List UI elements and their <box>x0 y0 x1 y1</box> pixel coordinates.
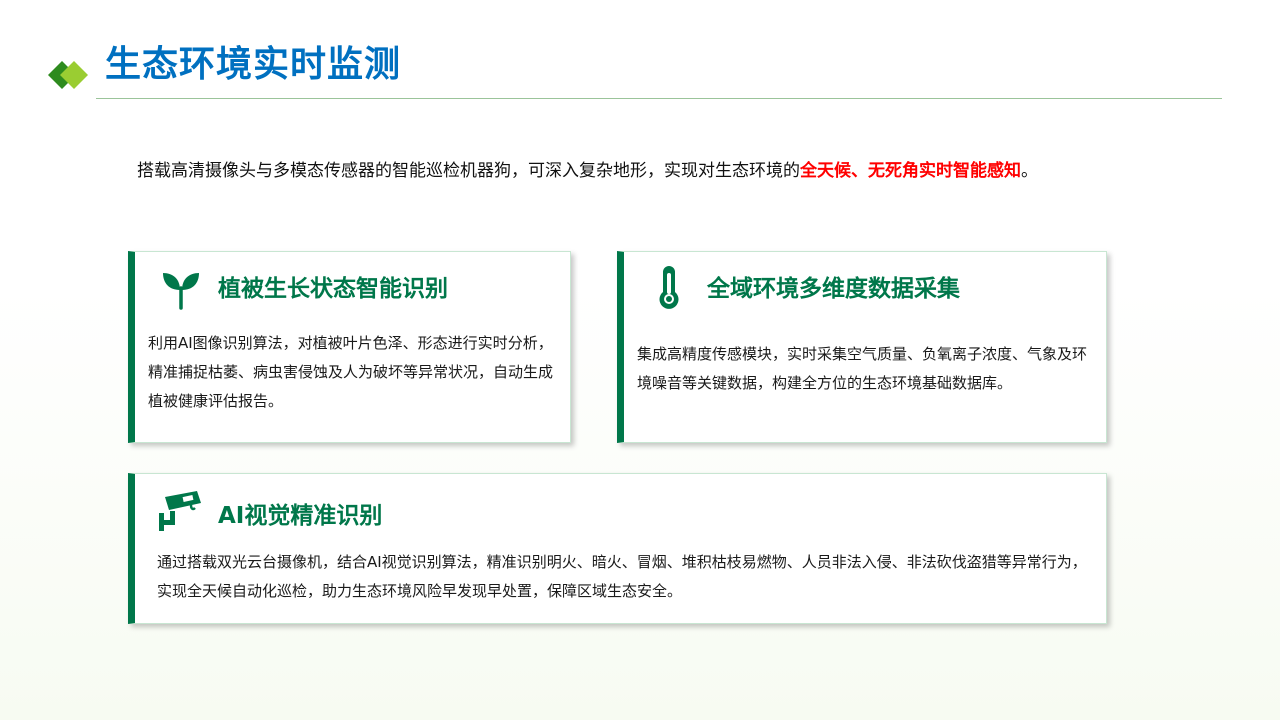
title-divider <box>96 98 1222 99</box>
card-title: 全域环境多维度数据采集 <box>707 276 960 302</box>
card-body: 通过搭载双光云台摄像机，结合AI视觉识别算法，精准识别明火、暗火、冒烟、堆积枯枝… <box>157 553 1087 600</box>
intro-highlight: 全天候、无死角实时智能感知 <box>800 161 1021 181</box>
card-body: 利用AI图像识别算法，对植被叶片色泽、形态进行实时分析，精准捕捉枯萎、病虫害侵蚀… <box>148 334 554 410</box>
intro-end: 。 <box>1021 161 1038 181</box>
card-vegetation: 植被生长状态智能识别 利用AI图像识别算法，对植被叶片色泽、形态进行实时分析，精… <box>128 251 571 443</box>
diamond-logo-icon <box>48 61 88 89</box>
card-title: AI视觉精准识别 <box>218 503 383 529</box>
page-title: 生态环境实时监测 <box>105 44 402 85</box>
card-body: 集成高精度传感模块，实时采集空气质量、负氧离子浓度、气象及环境噪音等关键数据，构… <box>637 345 1088 392</box>
card-title: 植被生长状态智能识别 <box>218 276 448 302</box>
intro-main: 搭载高清摄像头与多模态传感器的智能巡检机器狗，可深入复杂地形，实现对生态环境的 <box>137 161 800 181</box>
card-ai-vision: AI视觉精准识别 通过搭载双光云台摄像机，结合AI视觉识别算法，精准识别明火、暗… <box>128 473 1107 624</box>
intro-text: 搭载高清摄像头与多模态传感器的智能巡检机器狗，可深入复杂地形，实现对生态环境的全… <box>137 157 1038 185</box>
card-environment-data: 全域环境多维度数据采集 集成高精度传感模块，实时采集空气质量、负氧离子浓度、气象… <box>617 251 1107 443</box>
thermometer-icon <box>659 266 679 309</box>
sprout-icon <box>163 273 199 310</box>
security-camera-icon <box>159 491 201 531</box>
